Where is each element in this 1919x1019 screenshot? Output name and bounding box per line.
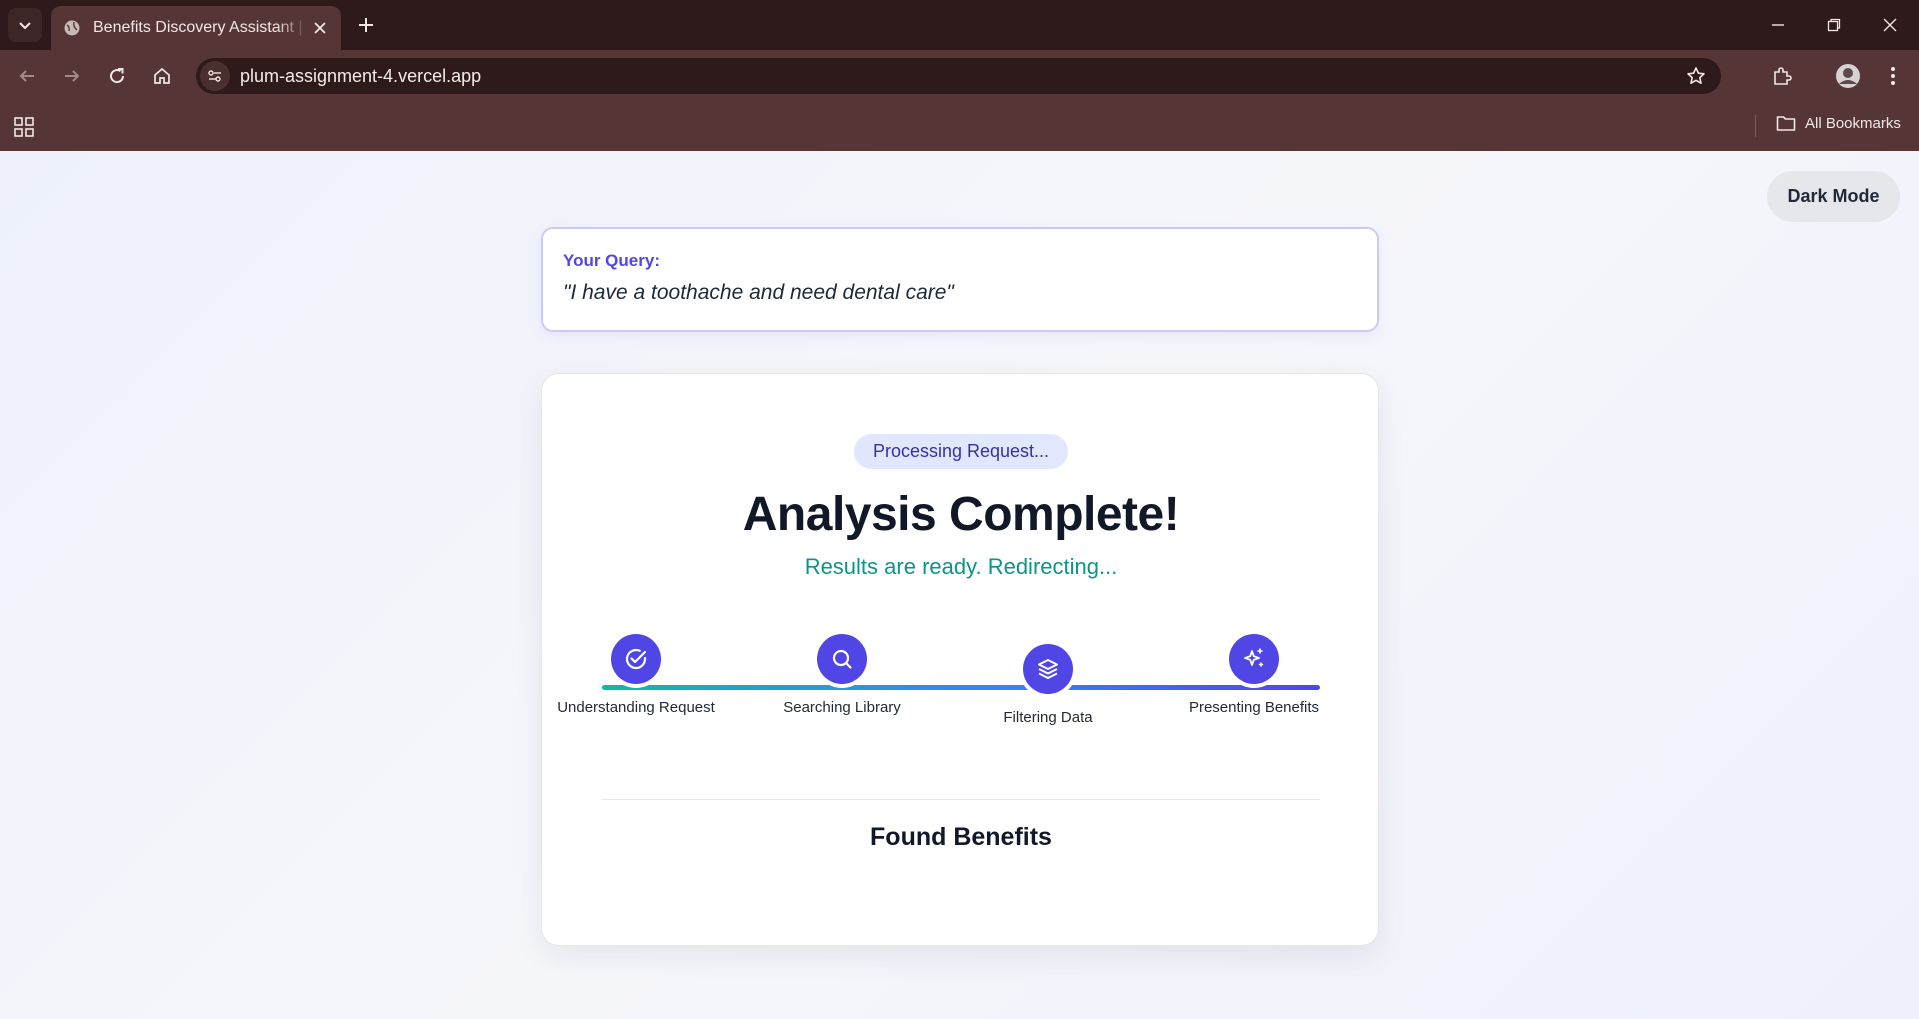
status-badge: Processing Request... [854, 434, 1068, 469]
globe-icon [63, 19, 81, 37]
section-divider [602, 799, 1320, 800]
page-title: Analysis Complete! [742, 488, 1180, 541]
apps-icon[interactable] [13, 116, 35, 138]
folder-icon [1776, 114, 1796, 132]
new-tab-button[interactable] [354, 13, 378, 37]
step-searching-library: Searching Library [762, 634, 922, 718]
bookmarks-divider [1755, 115, 1756, 137]
site-info-icon[interactable] [200, 61, 230, 91]
all-bookmarks-button[interactable]: All Bookmarks [1776, 114, 1901, 132]
step-label: Understanding Request [557, 699, 715, 716]
bookmarks-bar: All Bookmarks [0, 102, 1919, 151]
status-subtitle: Results are ready. Redirecting... [804, 554, 1118, 579]
search-icon [817, 634, 867, 684]
step-presenting-benefits: Presenting Benefits [1174, 634, 1334, 718]
back-icon [19, 70, 34, 82]
back-button[interactable] [11, 60, 43, 92]
analysis-card: Processing Request... Analysis Complete!… [541, 373, 1379, 946]
star-icon[interactable] [1685, 65, 1707, 87]
check-circle-icon [611, 634, 661, 684]
step-label: Searching Library [783, 699, 901, 716]
step-understanding-request: Understanding Request [556, 634, 716, 718]
restore-icon [1827, 18, 1841, 32]
reload-icon [110, 68, 125, 84]
page-content: Dark Mode Your Query: "I have a toothach… [0, 151, 1919, 1019]
menu-button[interactable] [1877, 60, 1909, 92]
tab-strip: Benefits Discovery Assistant | AI [0, 0, 1919, 50]
query-card: Your Query: "I have a toothache and need… [541, 227, 1379, 332]
extensions-icon [1774, 67, 1792, 85]
sparkles-icon [1229, 634, 1279, 684]
browser-toolbar: plum-assignment-4.vercel.app [0, 50, 1919, 102]
close-icon[interactable] [311, 19, 329, 37]
restore-button[interactable] [1818, 10, 1850, 40]
step-label: Presenting Benefits [1188, 699, 1320, 716]
extensions-button[interactable] [1766, 60, 1798, 92]
all-bookmarks-label: All Bookmarks [1805, 114, 1901, 132]
profile-button[interactable] [1832, 60, 1864, 92]
home-button[interactable] [146, 60, 178, 92]
url-text[interactable]: plum-assignment-4.vercel.app [240, 66, 481, 87]
found-benefits-heading: Found Benefits [870, 823, 1052, 851]
address-bar[interactable]: plum-assignment-4.vercel.app [196, 58, 1721, 94]
tab-search-icon [19, 22, 31, 30]
query-label: Your Query: [563, 251, 660, 270]
query-text: "I have a toothache and need dental care… [563, 281, 954, 304]
plus-icon [359, 18, 373, 32]
tab-title: Benefits Discovery Assistant | AI [93, 19, 308, 36]
forward-button[interactable] [56, 60, 88, 92]
home-icon [154, 67, 170, 84]
step-filtering-data: Filtering Data [968, 644, 1128, 728]
window-close-icon [1883, 18, 1897, 32]
window-close-button[interactable] [1874, 10, 1906, 40]
dark-mode-button[interactable]: Dark Mode [1767, 171, 1900, 222]
profile-icon [1836, 64, 1860, 88]
minimize-button[interactable] [1762, 10, 1794, 40]
step-label: Filtering Data [1003, 709, 1093, 726]
forward-icon [65, 70, 80, 82]
active-tab[interactable]: Benefits Discovery Assistant | AI [51, 6, 341, 50]
menu-icon [1891, 67, 1895, 85]
tab-search-button[interactable] [8, 8, 42, 42]
layers-icon [1023, 644, 1073, 694]
minimize-icon [1772, 24, 1784, 26]
reload-button[interactable] [101, 60, 133, 92]
